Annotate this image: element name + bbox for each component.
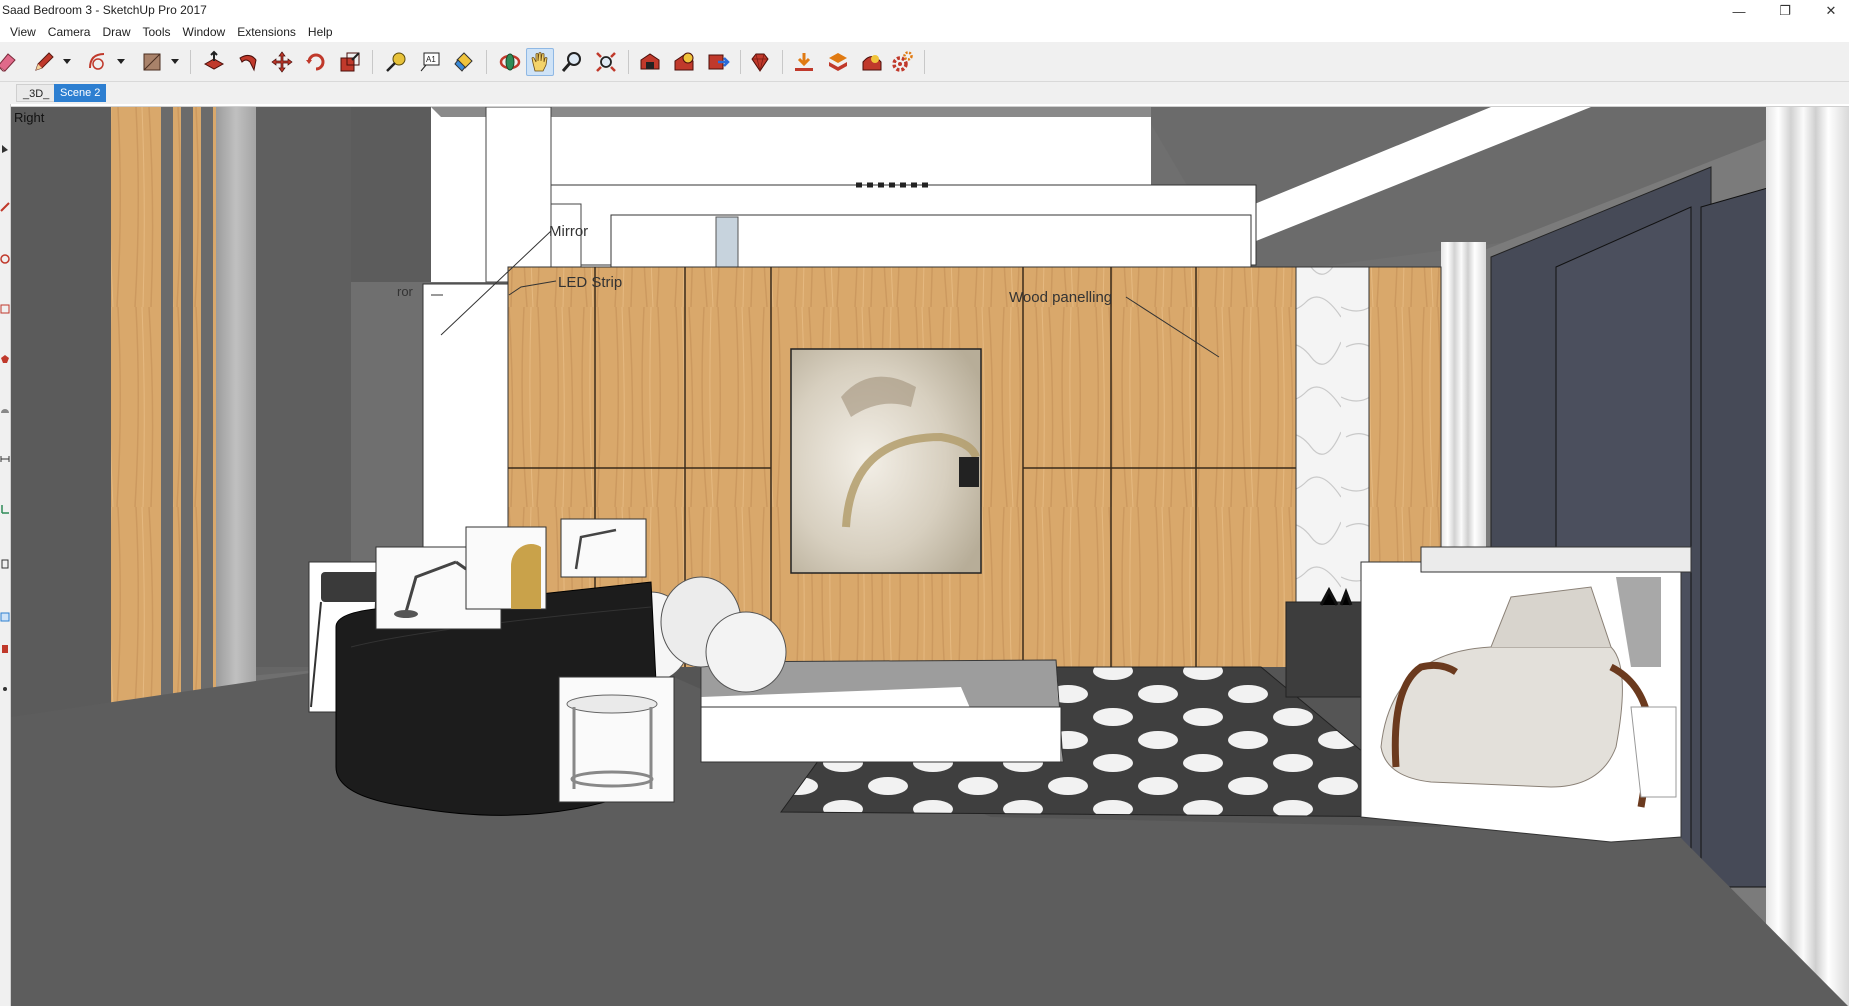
close-button[interactable]: ✕ bbox=[1808, 0, 1849, 22]
menu-extensions[interactable]: Extensions bbox=[231, 25, 302, 39]
follow-me-icon[interactable] bbox=[234, 48, 262, 76]
zoom-icon[interactable] bbox=[558, 48, 586, 76]
svg-text:A1: A1 bbox=[426, 55, 436, 64]
protractor-icon[interactable] bbox=[0, 404, 10, 414]
pan-icon[interactable] bbox=[526, 48, 554, 76]
pencil-icon[interactable] bbox=[30, 48, 58, 76]
download-icon[interactable] bbox=[790, 48, 818, 76]
model-viewport[interactable]: Right Mirror LED Strip Wood panelling ro… bbox=[11, 106, 1849, 1006]
menu-view[interactable]: View bbox=[0, 25, 42, 39]
menu-help[interactable]: Help bbox=[302, 25, 339, 39]
pencil-dropdown-icon[interactable] bbox=[62, 56, 72, 66]
left-toolbar bbox=[0, 104, 11, 1006]
scale-icon[interactable] bbox=[336, 48, 364, 76]
main-toolbar: A1 bbox=[0, 42, 1849, 82]
arc-dropdown-icon[interactable] bbox=[116, 56, 126, 66]
title-bar: Saad Bedroom 3 - SketchUp Pro 2017 — ❐ ✕ bbox=[0, 0, 1849, 22]
settings-gear-icon[interactable] bbox=[888, 48, 916, 76]
eraser-icon[interactable] bbox=[0, 48, 20, 76]
plugin-icon[interactable] bbox=[858, 48, 886, 76]
zoom-extents-icon[interactable] bbox=[592, 48, 620, 76]
walk-icon[interactable] bbox=[0, 612, 10, 622]
orbit-icon[interactable] bbox=[496, 48, 524, 76]
circle-icon[interactable] bbox=[0, 254, 10, 264]
annotation-partial-text: ror bbox=[397, 284, 413, 299]
move-icon[interactable] bbox=[268, 48, 296, 76]
menu-camera[interactable]: Camera bbox=[42, 25, 97, 39]
push-pull-icon[interactable] bbox=[200, 48, 228, 76]
polygon-icon[interactable] bbox=[0, 354, 10, 364]
ruby-console-icon[interactable] bbox=[746, 48, 774, 76]
rectangle-icon[interactable] bbox=[138, 48, 166, 76]
share-model-icon[interactable] bbox=[670, 48, 698, 76]
restore-button[interactable]: ❐ bbox=[1762, 0, 1808, 22]
axes-icon[interactable] bbox=[0, 504, 10, 514]
section-plane-icon[interactable] bbox=[0, 559, 10, 569]
paint-bucket-icon[interactable] bbox=[450, 48, 478, 76]
scene-tab-scene-2[interactable]: Scene 2 bbox=[54, 84, 107, 102]
warehouse-icon[interactable] bbox=[636, 48, 664, 76]
arc-icon[interactable] bbox=[84, 48, 112, 76]
bedroom-scene-render[interactable] bbox=[11, 107, 1849, 1006]
layout-icon[interactable] bbox=[824, 48, 852, 76]
menu-draw[interactable]: Draw bbox=[96, 25, 136, 39]
annotation-wood-panelling: Wood panelling bbox=[1009, 289, 1113, 306]
rectangle-dropdown-icon[interactable] bbox=[170, 56, 180, 66]
scene-tab-3d[interactable]: _3D_ bbox=[16, 84, 57, 102]
text-icon[interactable]: A1 bbox=[416, 48, 444, 76]
tape-measure-icon[interactable] bbox=[382, 48, 410, 76]
menu-window[interactable]: Window bbox=[177, 25, 232, 39]
annotation-led-strip: LED Strip bbox=[558, 274, 623, 291]
select-icon[interactable] bbox=[0, 144, 10, 154]
position-camera-icon[interactable] bbox=[0, 644, 10, 654]
offset-icon[interactable] bbox=[0, 304, 10, 314]
menu-tools[interactable]: Tools bbox=[137, 25, 177, 39]
dimension-icon[interactable] bbox=[0, 454, 10, 464]
window-title: Saad Bedroom 3 - SketchUp Pro 2017 bbox=[2, 3, 207, 17]
annotation-mirror: Mirror bbox=[549, 223, 589, 240]
extension-warehouse-icon[interactable] bbox=[704, 48, 732, 76]
rotate-icon[interactable] bbox=[302, 48, 330, 76]
scene-tabs: _3D_ Scene 2 bbox=[0, 82, 1849, 104]
look-around-icon[interactable] bbox=[0, 684, 10, 694]
menu-bar: View Camera Draw Tools Window Extensions… bbox=[0, 22, 1849, 42]
line-icon[interactable] bbox=[0, 202, 10, 212]
view-name-label: Right bbox=[14, 110, 45, 125]
minimize-button[interactable]: — bbox=[1716, 0, 1762, 22]
